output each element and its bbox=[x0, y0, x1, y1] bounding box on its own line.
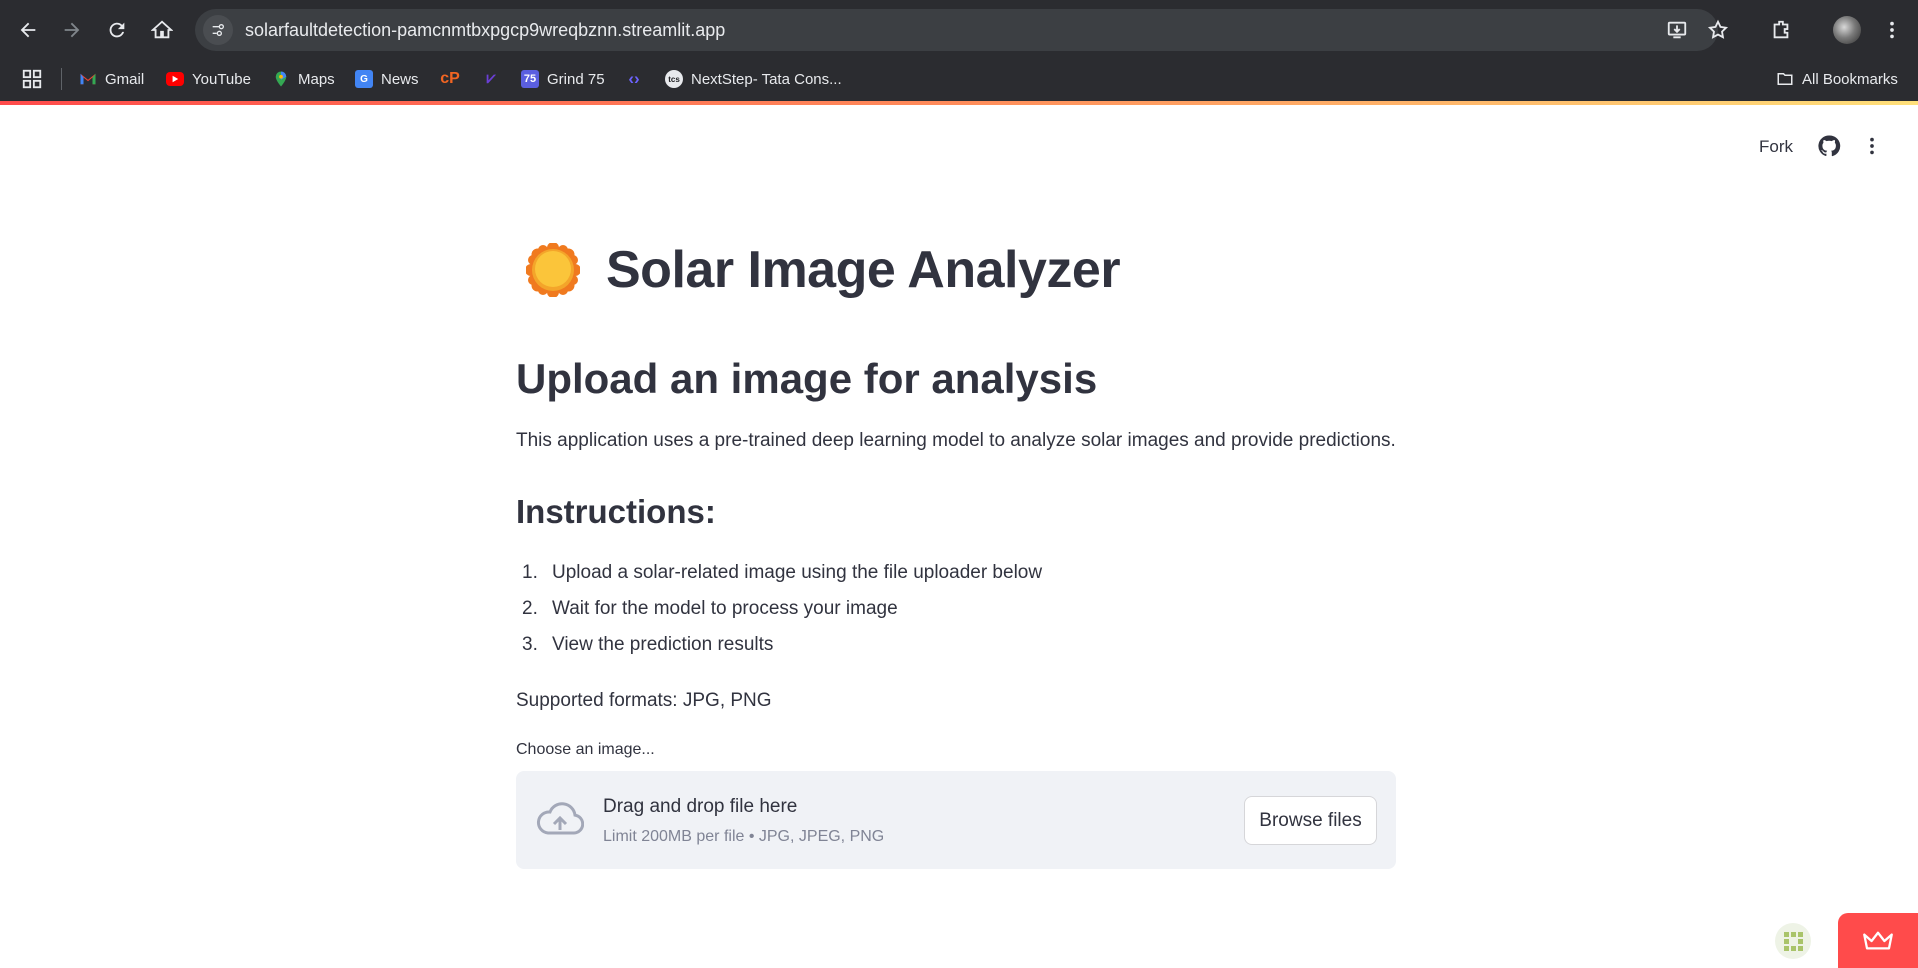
upload-heading: Upload an image for analysis bbox=[516, 355, 1098, 402]
code-icon: ‹› bbox=[628, 69, 640, 88]
app-menu-icon[interactable] bbox=[1861, 134, 1883, 163]
bookmark-news[interactable]: G News bbox=[355, 64, 419, 94]
fork-button[interactable]: Fork bbox=[1759, 137, 1793, 157]
gmail-icon bbox=[79, 70, 97, 88]
list-item: 1. Upload a solar-related image using the… bbox=[522, 562, 1043, 583]
folder-icon bbox=[1776, 70, 1794, 88]
address-bar[interactable]: solarfaultdetection-pamcnmtbxpgcp9wreqbz… bbox=[195, 9, 1718, 51]
browser-chrome: solarfaultdetection-pamcnmtbxpgcp9wreqbz… bbox=[0, 0, 1918, 101]
extensions-icon[interactable] bbox=[1765, 14, 1797, 46]
dropzone-title: Drag and drop file here bbox=[603, 796, 798, 817]
instructions-heading: Instructions: bbox=[516, 493, 716, 530]
dropzone-limit-text: Limit 200MB per file • JPG, JPEG, PNG bbox=[603, 828, 885, 845]
bookmark-codeproject[interactable]: cP bbox=[440, 64, 467, 94]
browse-files-button[interactable]: Browse files bbox=[1244, 796, 1377, 845]
supported-formats-text: Supported formats: JPG, PNG bbox=[516, 690, 772, 711]
sun-icon bbox=[525, 242, 581, 298]
maps-icon bbox=[272, 70, 290, 88]
codeproject-icon: cP bbox=[440, 70, 460, 87]
list-item: 2. Wait for the model to process your ima… bbox=[522, 598, 898, 619]
tcs-icon: tcs bbox=[665, 70, 683, 88]
bookmark-hackerrank[interactable]: ⩗ bbox=[482, 64, 508, 94]
manage-app-icon[interactable] bbox=[1774, 922, 1812, 960]
bookmark-gmail[interactable]: Gmail bbox=[79, 64, 144, 94]
apps-grid-icon[interactable] bbox=[21, 64, 43, 94]
cloud-upload-icon bbox=[536, 799, 585, 839]
forward-button[interactable] bbox=[56, 14, 88, 46]
forward-arrow-icon bbox=[64, 22, 80, 38]
bookmark-tcs[interactable]: tcs NextStep- Tata Cons... bbox=[665, 64, 842, 94]
bookmark-maps[interactable]: Maps bbox=[272, 64, 335, 94]
profile-avatar[interactable] bbox=[1833, 16, 1861, 44]
bookmark-star-icon[interactable] bbox=[1706, 18, 1730, 42]
youtube-icon bbox=[166, 72, 184, 86]
description-text: This application uses a pre-trained deep… bbox=[516, 430, 1396, 451]
home-button[interactable] bbox=[146, 14, 178, 46]
crown-icon bbox=[1863, 931, 1893, 949]
bookmark-youtube[interactable]: YouTube bbox=[166, 64, 251, 94]
home-icon bbox=[151, 20, 173, 39]
github-icon[interactable] bbox=[1817, 134, 1841, 163]
list-item: 3. View the prediction results bbox=[522, 634, 774, 655]
page-title: Solar Image Analyzer bbox=[606, 241, 1121, 299]
streamlit-badge-button[interactable] bbox=[1838, 913, 1918, 968]
bookmark-grind75[interactable]: 75 Grind 75 bbox=[521, 64, 605, 94]
news-icon: G bbox=[355, 70, 373, 88]
title-row: Solar Image Analyzer bbox=[525, 240, 1121, 300]
install-app-icon[interactable] bbox=[1665, 18, 1689, 42]
browser-menu-icon[interactable] bbox=[1876, 14, 1908, 46]
site-info-icon[interactable] bbox=[203, 15, 233, 45]
instructions-list: 1. Upload a solar-related image using the… bbox=[516, 562, 1042, 670]
back-button[interactable] bbox=[12, 14, 44, 46]
bookmarks-divider bbox=[61, 68, 62, 90]
file-dropzone[interactable]: Drag and drop file here Limit 200MB per … bbox=[516, 771, 1396, 869]
bookmark-code[interactable]: ‹› bbox=[625, 64, 651, 94]
grind75-icon: 75 bbox=[521, 70, 539, 88]
streamlit-decoration-bar bbox=[0, 101, 1918, 105]
reload-icon bbox=[109, 22, 125, 38]
back-arrow-icon bbox=[20, 22, 36, 38]
uploader-label: Choose an image... bbox=[516, 741, 655, 758]
hackerrank-icon: ⩗ bbox=[486, 70, 496, 87]
reload-button[interactable] bbox=[101, 14, 133, 46]
url-text[interactable]: solarfaultdetection-pamcnmtbxpgcp9wreqbz… bbox=[245, 20, 725, 41]
all-bookmarks-button[interactable]: All Bookmarks bbox=[1776, 64, 1898, 94]
